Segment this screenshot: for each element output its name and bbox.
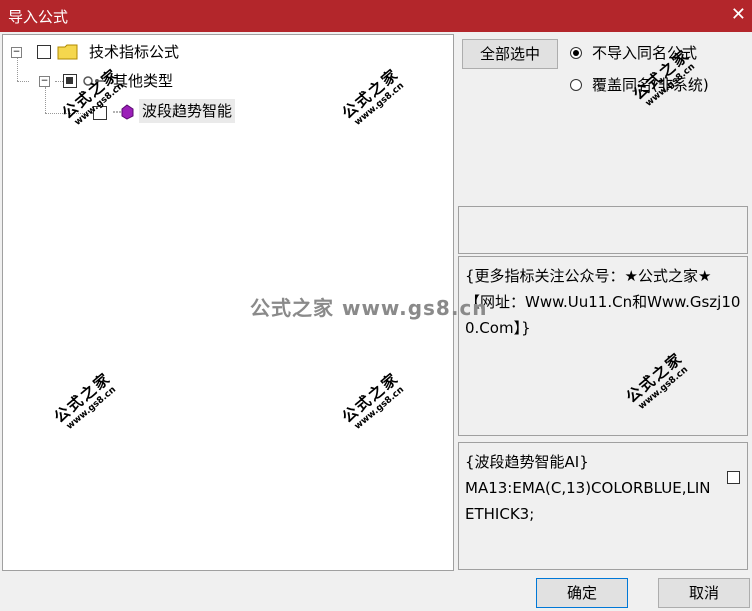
ok-button[interactable]: 确定 [536, 578, 628, 608]
watermark-url: www.gs8.cn [352, 80, 407, 128]
folder-icon [57, 44, 78, 60]
watermark-text: 公式之家 [50, 368, 115, 427]
tree-node-label: 波段趋势智能 [139, 99, 236, 123]
empty-status-box [458, 206, 748, 254]
cancel-button[interactable]: 取消 [658, 578, 750, 608]
collapse-icon[interactable]: − [11, 47, 22, 58]
watermark: 公式之家 www.gs8.cn [47, 367, 126, 440]
window-title: 导入公式 [8, 8, 69, 26]
radio-overwrite-label: 覆盖同名(非系统) [592, 76, 709, 94]
formula-item-icon [113, 104, 134, 120]
watermark: 公式之家 www.gs8.cn [335, 367, 414, 440]
code-preview-box: {波段趋势智能AI} MA13:EMA(C,13)COLORBLUE,LINET… [458, 442, 748, 570]
tree-node-item[interactable]: 波段趋势智能 [91, 99, 291, 123]
formula-group-icon [83, 76, 104, 86]
tree-node-label: 技术指标公式 [89, 43, 180, 61]
title-bar: 导入公式 ✕ [0, 0, 752, 32]
watermark: 公式之家 www.gs8.cn [335, 63, 414, 136]
watermark-text: 公式之家 [338, 368, 403, 427]
close-icon[interactable]: ✕ [731, 3, 746, 27]
radio-overwrite-indicator[interactable] [570, 79, 582, 91]
radio-overwrite-same-name[interactable]: 覆盖同名(非系统) [568, 74, 748, 96]
tree-node-group[interactable]: − 其他类型 [37, 69, 297, 93]
item-checkbox[interactable] [93, 106, 107, 120]
radio-skip-indicator[interactable] [570, 47, 582, 59]
radio-skip-label: 不导入同名公式 [592, 44, 698, 62]
watermark-url: www.gs8.cn [64, 384, 119, 432]
radio-skip-same-name[interactable]: 不导入同名公式 [568, 42, 748, 64]
watermark: 公式之家 www.gs8.cn [619, 347, 698, 420]
code-text: {波段趋势智能AI} MA13:EMA(C,13)COLORBLUE,LINET… [465, 453, 711, 523]
formula-tree[interactable]: − 技术指标公式 − 其他类型 波段趋势智能 公式之家 www.gs8.cn 公… [2, 34, 454, 571]
info-box: {更多指标关注公众号：★公式之家★ 【网址：Www.Uu11.Cn和Www.Gs… [458, 256, 748, 436]
watermark-text: 公式之家 [622, 348, 687, 407]
watermark-url: www.gs8.cn [636, 364, 691, 412]
root-checkbox[interactable] [37, 45, 51, 59]
code-box-checkbox[interactable] [727, 471, 740, 484]
info-text: {更多指标关注公众号：★公式之家★ 【网址：Www.Uu11.Cn和Www.Gs… [465, 267, 741, 337]
tree-node-root[interactable]: − 技术指标公式 [9, 40, 309, 64]
watermark-url: www.gs8.cn [352, 384, 407, 432]
group-checkbox[interactable] [63, 74, 77, 88]
collapse-icon[interactable]: − [39, 76, 50, 87]
watermark-text: 公式之家 [338, 64, 403, 123]
tree-connector [45, 113, 93, 114]
tree-node-label: 其他类型 [113, 72, 174, 90]
tree-connector [17, 81, 29, 82]
select-all-button[interactable]: 全部选中 [462, 39, 558, 69]
